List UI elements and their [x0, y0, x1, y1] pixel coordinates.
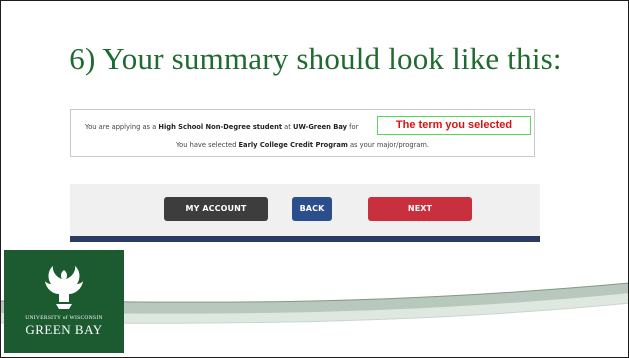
green-bay-text: GREEN BAY: [25, 322, 103, 337]
uw-green-bay-logo: UNIVERSITY of WISCONSIN GREEN BAY: [4, 250, 124, 353]
phoenix-icon: [45, 266, 83, 309]
slide: 6) Your summary should look like this: Y…: [0, 0, 629, 358]
university-of-wisconsin-text: UNIVERSITY of WISCONSIN: [25, 315, 103, 321]
